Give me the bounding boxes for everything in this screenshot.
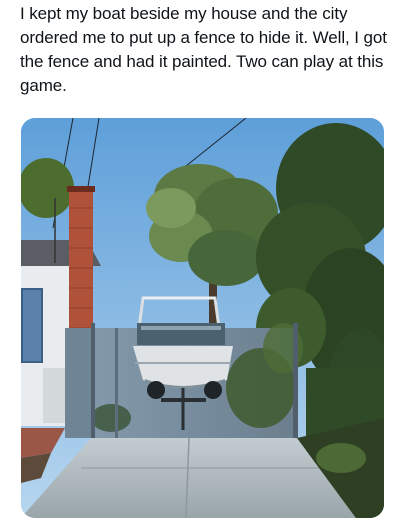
post-photo[interactable]	[21, 118, 384, 518]
side-gate	[65, 328, 91, 438]
post-text: I kept my boat beside my house and the c…	[20, 4, 387, 95]
boat-fence-photo	[21, 118, 384, 518]
